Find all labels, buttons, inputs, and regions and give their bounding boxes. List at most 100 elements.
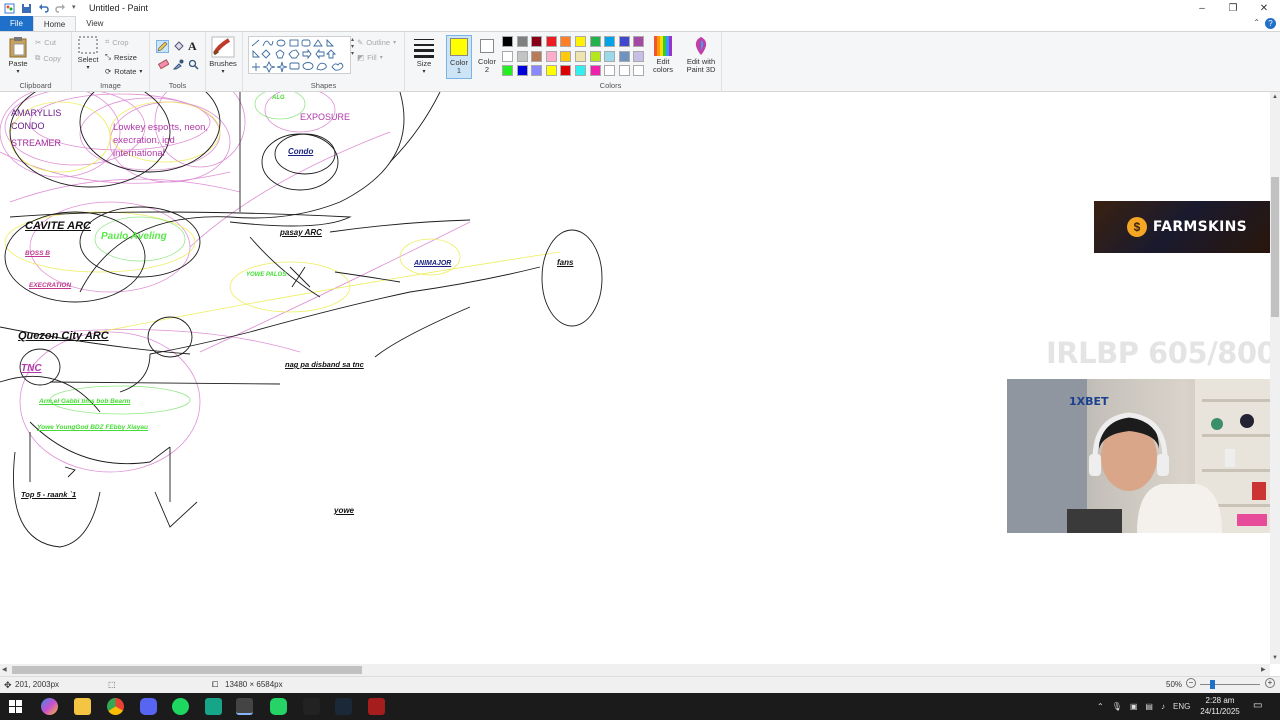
palette-swatch[interactable] xyxy=(618,50,630,62)
paint-taskbar-icon[interactable] xyxy=(236,698,253,715)
palette-swatch[interactable] xyxy=(604,50,616,62)
collapse-ribbon-icon[interactable]: ⌃ xyxy=(1253,18,1260,27)
palette-swatch[interactable] xyxy=(633,36,645,47)
paste-button[interactable]: Paste ▾ xyxy=(5,36,31,76)
magnifier-tool[interactable] xyxy=(188,59,199,72)
file-explorer-icon[interactable] xyxy=(74,698,91,715)
canvas[interactable]: AMARYLLIS CONDO STREAMER Lowkey esports,… xyxy=(0,92,1270,664)
color1-button[interactable]: Color 1 xyxy=(446,35,472,79)
palette-swatch[interactable] xyxy=(589,36,601,47)
vertical-scroll-thumb[interactable] xyxy=(1271,177,1279,317)
zoom-out-button[interactable]: − xyxy=(1186,678,1196,688)
line-icon[interactable] xyxy=(270,698,287,715)
palette-swatch[interactable] xyxy=(589,65,601,76)
customize-chevron-icon[interactable]: ▾ xyxy=(72,3,79,14)
chrome-icon[interactable] xyxy=(107,698,124,715)
save-icon[interactable] xyxy=(21,3,32,14)
capture-icon[interactable]: ▣ xyxy=(1130,702,1138,711)
palette-swatch[interactable] xyxy=(545,65,557,76)
palette-swatch[interactable] xyxy=(604,36,616,47)
palette-swatch[interactable] xyxy=(575,65,586,76)
windows-icon xyxy=(9,700,22,713)
text-tool[interactable]: A xyxy=(188,39,197,54)
palette-swatch[interactable] xyxy=(633,50,645,62)
size-button[interactable]: Size ▾ xyxy=(410,36,438,76)
palette-swatch[interactable] xyxy=(560,36,572,47)
zoom-slider-thumb[interactable] xyxy=(1210,680,1215,689)
brushes-button[interactable]: Brushes ▾ xyxy=(207,36,239,76)
scroll-left-icon[interactable]: ◀ xyxy=(2,666,7,673)
edit-with-paint3d-button[interactable]: Edit with Paint 3D xyxy=(680,36,722,74)
tab-home[interactable]: Home xyxy=(32,16,77,31)
palette-swatch[interactable] xyxy=(618,36,630,47)
cut-button[interactable]: ✂ Cut xyxy=(35,38,56,47)
palette-swatch[interactable] xyxy=(618,65,630,76)
palette-swatch[interactable] xyxy=(545,36,557,47)
copy-button[interactable]: ⧉ Copy xyxy=(35,53,61,63)
maximize-button[interactable]: ❐ xyxy=(1218,0,1248,16)
horizontal-scroll-thumb[interactable] xyxy=(12,666,362,674)
undo-icon[interactable] xyxy=(38,3,49,14)
palette-swatch[interactable] xyxy=(516,65,528,76)
palette-swatch[interactable] xyxy=(604,65,616,76)
horizontal-scrollbar[interactable]: ◀ ▶ xyxy=(0,664,1270,676)
palette-swatch[interactable] xyxy=(560,50,572,62)
zoom-in-button[interactable]: + xyxy=(1265,678,1275,688)
palette-swatch[interactable] xyxy=(531,36,543,47)
dota-icon[interactable] xyxy=(368,698,385,715)
language-indicator[interactable]: ENG xyxy=(1173,702,1190,711)
palette-swatch[interactable] xyxy=(516,50,528,62)
edit-colors-button[interactable]: Edit colors xyxy=(648,36,678,74)
fill-button[interactable]: ◩ Fill ▾ xyxy=(357,53,383,62)
spotify-icon[interactable] xyxy=(172,698,189,715)
notification-icon[interactable]: ▭ xyxy=(1253,700,1262,711)
fill-tool[interactable] xyxy=(173,41,184,54)
zoom-slider[interactable] xyxy=(1200,680,1260,689)
palette-swatch[interactable] xyxy=(575,36,586,47)
palette-swatch[interactable] xyxy=(633,65,645,76)
palette-swatch[interactable] xyxy=(516,36,528,47)
close-button[interactable]: ✕ xyxy=(1249,0,1279,16)
clock[interactable]: 2:28 am 24/11/2025 xyxy=(1198,695,1242,717)
palette-swatch[interactable] xyxy=(575,50,586,62)
palette-swatch[interactable] xyxy=(545,50,557,62)
help-icon[interactable]: ? xyxy=(1265,18,1276,29)
palette-swatch[interactable] xyxy=(560,65,572,76)
redo-icon[interactable] xyxy=(55,3,66,14)
scroll-up-icon[interactable]: ▲ xyxy=(1272,94,1278,100)
shapes-gallery[interactable] xyxy=(248,36,351,74)
color2-button[interactable]: Color 2 xyxy=(475,35,499,79)
scroll-down-icon[interactable]: ▼ xyxy=(1272,655,1278,661)
canvas-drawing[interactable] xyxy=(0,92,1270,664)
microphone-icon[interactable]: 🎙 xyxy=(1112,702,1122,711)
discord-icon[interactable] xyxy=(140,698,157,715)
app-icon[interactable] xyxy=(205,698,222,715)
color-picker-tool[interactable] xyxy=(172,59,184,72)
resize-button[interactable]: ⤡ Resize xyxy=(105,52,137,62)
eraser-tool[interactable] xyxy=(157,59,170,72)
scroll-right-icon[interactable]: ▶ xyxy=(1261,666,1266,673)
shapes-scroll-icon[interactable]: ▴ ▾ ▾ xyxy=(351,36,356,74)
palette-swatch[interactable] xyxy=(502,65,513,76)
palette-swatch[interactable] xyxy=(589,50,601,62)
crop-button[interactable]: ⌗ Crop xyxy=(105,37,129,47)
palette-swatch[interactable] xyxy=(502,50,513,62)
palette-swatch[interactable] xyxy=(531,65,543,76)
palette-swatch[interactable] xyxy=(502,36,513,47)
tray-chevron-icon[interactable]: ⌃ xyxy=(1097,702,1104,711)
pencil-tool[interactable] xyxy=(156,40,169,53)
volume-icon[interactable]: ♪ xyxy=(1161,702,1165,711)
outline-button[interactable]: ✎ Outline ▾ xyxy=(357,38,396,47)
tab-view[interactable]: View xyxy=(76,16,113,31)
palette-swatch[interactable] xyxy=(531,50,543,62)
network-icon[interactable]: ▤ xyxy=(1145,702,1153,711)
cursor-app-icon[interactable] xyxy=(303,698,320,715)
steam-icon[interactable] xyxy=(335,698,352,715)
select-button[interactable]: Select ▾ xyxy=(76,36,100,72)
tab-file[interactable]: File xyxy=(0,16,33,31)
start-button[interactable] xyxy=(7,698,24,715)
copilot-icon[interactable] xyxy=(41,698,58,715)
minimize-button[interactable]: – xyxy=(1187,0,1217,16)
rotate-button[interactable]: ⟳ Rotate ▾ xyxy=(105,67,142,76)
vertical-scrollbar[interactable]: ▲ ▼ xyxy=(1270,92,1280,664)
